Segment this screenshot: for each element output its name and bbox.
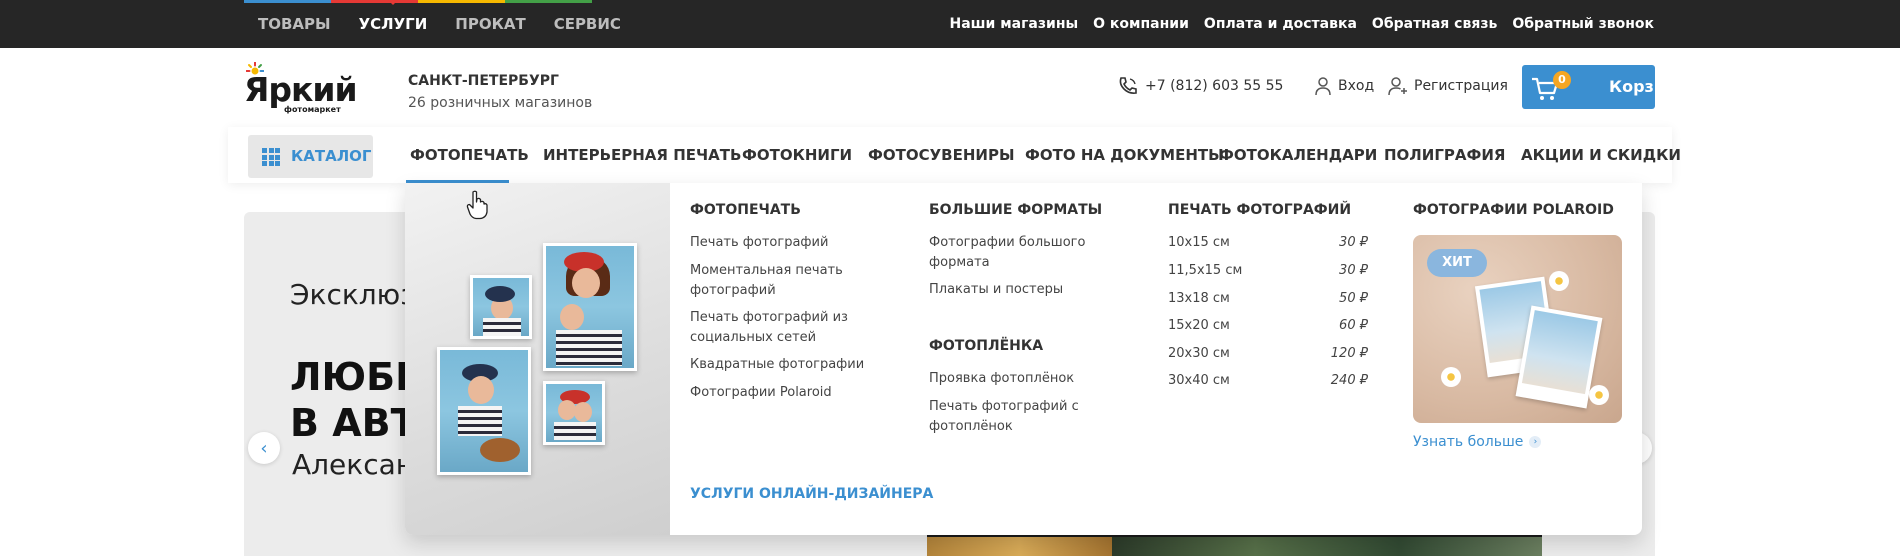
menu-link-posters[interactable]: Плакаты и постеры [929, 280, 1063, 300]
price-size[interactable]: 10х15 см [1168, 235, 1230, 250]
menu-col-photoprint-title: ФОТОПЕЧАТЬ [690, 202, 801, 218]
daisy-icon [1589, 385, 1609, 405]
mega-menu-dropdown: ФОТОПЕЧАТЬ Печать фотографий Моментальна… [405, 183, 1642, 535]
link-our-stores[interactable]: Наши магазины [950, 16, 1079, 32]
menu-link-print-from-film[interactable]: Печать фотографий с фотоплёнок [929, 397, 1089, 437]
wall-photo-4 [543, 381, 605, 445]
top-nav-rental[interactable]: ПРОКАТ [441, 0, 539, 48]
menu-link-film-developing[interactable]: Проявка фотоплёнок [929, 369, 1074, 389]
price-value: 240 ₽ [1330, 373, 1368, 388]
cat-photobooks[interactable]: ФОТОКНИГИ [742, 146, 852, 164]
user-add-icon [1388, 77, 1407, 96]
cat-polygraphy[interactable]: ПОЛИГРАФИЯ [1384, 146, 1505, 164]
price-size[interactable]: 15х20 см [1168, 318, 1230, 333]
chevron-left-icon: ‹ [260, 437, 268, 459]
phone-number: +7 (812) 603 55 55 [1145, 78, 1284, 94]
phone-link[interactable]: +7 (812) 603 55 55 [1117, 76, 1283, 96]
link-feedback[interactable]: Обратная связь [1372, 16, 1497, 32]
price-size[interactable]: 11,5х15 см [1168, 263, 1242, 278]
top-nav-services[interactable]: УСЛУГИ [345, 0, 442, 48]
daisy-icon [1549, 271, 1569, 291]
menu-link-social-print[interactable]: Печать фотографий из социальных сетей [690, 308, 880, 348]
cat-interior-print[interactable]: ИНТЕРЬЕРНАЯ ПЕЧАТЬ [543, 146, 741, 164]
phone-icon [1119, 77, 1137, 94]
top-bar: ТОВАРЫ УСЛУГИ ПРОКАТ СЕРВИС Наши магазин… [0, 0, 1900, 48]
wall-photo-3 [437, 347, 531, 475]
top-nav-goods[interactable]: ТОВАРЫ [244, 0, 345, 48]
online-designer-link[interactable]: УСЛУГИ ОНЛАЙН-ДИЗАЙНЕРА [690, 486, 933, 502]
price-value: 30 ₽ [1339, 235, 1368, 250]
wall-photo-1 [470, 275, 532, 339]
chevron-right-icon: › [1529, 436, 1542, 448]
logo-subtitle: фотомаркет [284, 105, 341, 114]
learn-more-link[interactable]: Узнать больше › [1413, 434, 1542, 450]
menu-link-square-photos[interactable]: Квадратные фотографии [690, 355, 864, 375]
link-about[interactable]: О компании [1093, 16, 1189, 32]
menu-link-print-photos[interactable]: Печать фотографий [690, 233, 828, 253]
menu-link-large-photos[interactable]: Фотографии большого формата [929, 233, 1109, 273]
learn-more-label: Узнать больше [1413, 434, 1524, 450]
user-icon [1315, 77, 1331, 96]
menu-col-large-formats-title: БОЛЬШИЕ ФОРМАТЫ [929, 202, 1103, 218]
logo[interactable]: Яркий фотомаркет [244, 62, 358, 114]
logo-text: Яркий [244, 70, 358, 109]
catalog-label: КАТАЛОГ [291, 147, 372, 165]
stores-count: 26 розничных магазинов [408, 95, 593, 111]
cart-count-badge: 0 [1553, 71, 1571, 89]
menu-promo-image [405, 183, 670, 535]
register-label: Регистрация [1414, 78, 1508, 94]
menu-col-film-title: ФОТОПЛЁНКА [929, 338, 1044, 354]
hero-image-right [1112, 534, 1542, 556]
price-size[interactable]: 13х18 см [1168, 291, 1230, 306]
daisy-icon [1441, 367, 1461, 387]
menu-col-polaroid-title: ФОТОГРАФИИ POLAROID [1413, 202, 1614, 218]
grid-icon [262, 148, 280, 166]
cat-document-photos[interactable]: ФОТО НА ДОКУМЕНТЫ [1025, 146, 1224, 164]
price-size[interactable]: 20х30 см [1168, 346, 1230, 361]
login-link[interactable]: Вход [1314, 76, 1374, 96]
menu-link-polaroid-photos[interactable]: Фотографии Polaroid [690, 383, 832, 403]
price-value: 30 ₽ [1339, 263, 1368, 278]
top-links: Наши магазины О компании Оплата и достав… [950, 0, 1655, 48]
price-value: 50 ₽ [1339, 291, 1368, 306]
register-link[interactable]: Регистрация [1388, 76, 1508, 96]
login-label: Вход [1338, 78, 1375, 94]
link-callback[interactable]: Обратный звонок [1512, 16, 1654, 32]
price-value: 120 ₽ [1330, 346, 1368, 361]
top-section-nav: ТОВАРЫ УСЛУГИ ПРОКАТ СЕРВИС [244, 0, 635, 48]
hit-badge: ХИТ [1427, 249, 1487, 277]
slider-prev-button[interactable]: ‹ [248, 432, 280, 464]
cat-promotions[interactable]: АКЦИИ И СКИДКИ [1521, 146, 1681, 164]
price-value: 60 ₽ [1339, 318, 1368, 333]
cat-photo-souvenirs[interactable]: ФОТОСУВЕНИРЫ [868, 146, 1015, 164]
polaroid-promo-image[interactable]: ХИТ [1413, 235, 1622, 423]
hero-image-left [927, 534, 1112, 556]
hand-cursor-icon [466, 190, 488, 220]
menu-col-print-prices-title: ПЕЧАТЬ ФОТОГРАФИЙ [1168, 202, 1352, 218]
price-size[interactable]: 30х40 см [1168, 373, 1230, 388]
cat-photo-calendars[interactable]: ФОТОКАЛЕНДАРИ [1219, 146, 1377, 164]
cart-button[interactable]: 0 Корзина [1522, 65, 1687, 109]
wall-photo-2 [543, 243, 637, 371]
menu-link-instant-print[interactable]: Моментальная печать фотографий [690, 261, 860, 301]
catalog-button[interactable]: КАТАЛОГ [248, 135, 373, 178]
city-selector[interactable]: САНКТ-ПЕТЕРБУРГ [408, 73, 559, 89]
cat-photo-print[interactable]: ФОТОПЕЧАТЬ [410, 146, 529, 164]
top-nav-service[interactable]: СЕРВИС [540, 0, 635, 48]
link-payment-delivery[interactable]: Оплата и доставка [1204, 16, 1357, 32]
cart-label: Корзина [1609, 77, 1687, 96]
